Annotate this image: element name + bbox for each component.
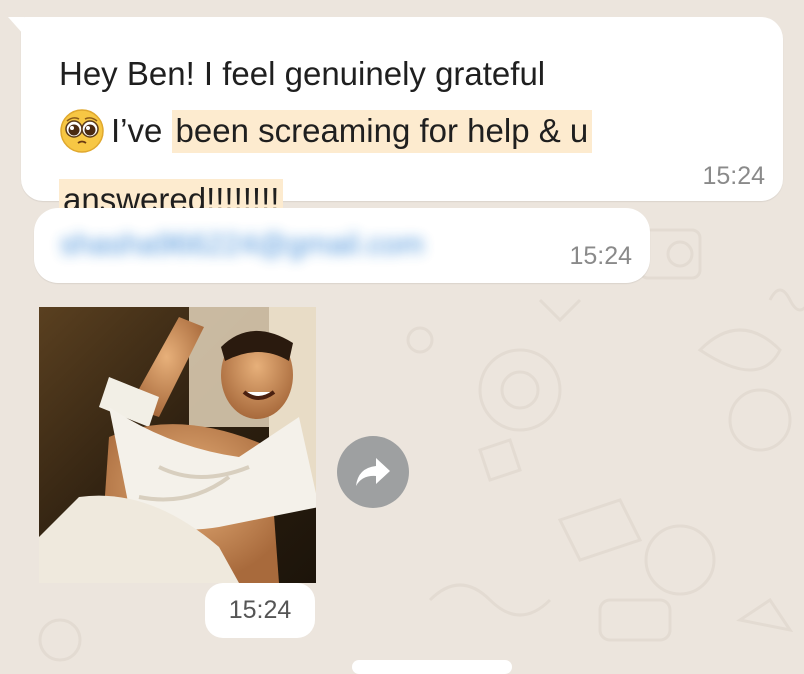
message-text-part1: Hey Ben! I feel genuinely grateful	[59, 55, 546, 92]
forward-button[interactable]	[337, 436, 409, 508]
message-text-part2: I’ve	[111, 112, 172, 149]
forward-arrow-icon	[356, 458, 390, 486]
image-message[interactable]	[39, 307, 316, 583]
message-timestamp: 15:24	[702, 162, 765, 190]
incoming-email-message-bubble[interactable]: shasha966224@gmail.com 15:24	[34, 208, 650, 283]
incoming-message-bubble[interactable]: Hey Ben! I feel genuinely grateful I’ve …	[8, 17, 783, 222]
redacted-email-link[interactable]: shasha966224@gmail.com	[60, 228, 424, 262]
next-message-bubble-edge	[352, 660, 512, 674]
bubble-tail	[8, 17, 24, 35]
message-text: Hey Ben! I feel genuinely grateful I’ve …	[59, 45, 699, 228]
image-timestamp: 15:24	[205, 583, 315, 638]
photo-content	[39, 307, 316, 583]
pleading-face-emoji-icon	[59, 108, 105, 171]
message-timestamp: 15:24	[569, 242, 632, 270]
